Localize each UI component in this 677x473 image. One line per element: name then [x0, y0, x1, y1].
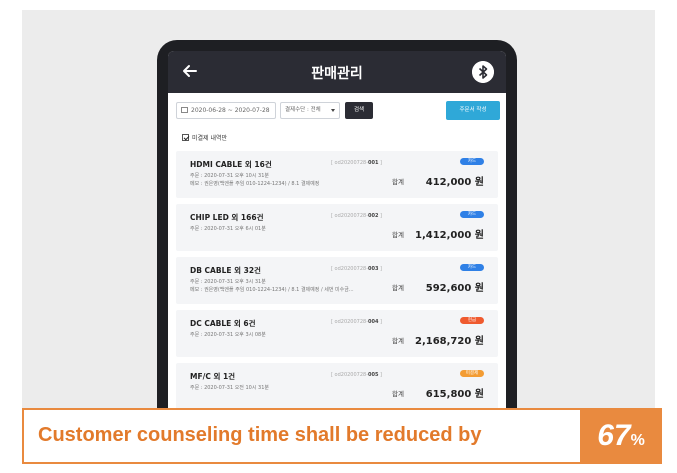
- order-date: 주문 : 2020-07-31 오전 10시 31분: [190, 385, 270, 391]
- order-number-prefix: [ od20200728-: [330, 319, 369, 325]
- tablet-device: 판매관리 2020-06-28 ~ 2020-07-28 결제수단 : 전체 검…: [157, 40, 517, 408]
- checkbox-icon: [182, 134, 189, 141]
- order-number-value: 002: [368, 213, 379, 219]
- order-number-prefix: [ od20200728-: [330, 213, 369, 219]
- order-number-value: 005: [368, 372, 379, 378]
- chevron-down-icon: [331, 109, 335, 112]
- banner-text: Customer counseling time shall be reduce…: [38, 424, 482, 446]
- order-date: 주문 : 2020-07-31 오후 3시 08분: [190, 332, 266, 338]
- payment-method-value: 결제수단 : 전체: [285, 107, 321, 113]
- order-number-suffix: ]: [378, 266, 382, 272]
- order-amount: 2,168,720 원: [415, 336, 484, 347]
- order-date: 주문 : 2020-07-31 오후 10시 31분: [190, 173, 270, 179]
- order-amount: 412,000 원: [425, 177, 484, 188]
- order-title: HDMI CABLE 외 16건: [190, 160, 272, 169]
- order-title: CHIP LED 외 166건: [190, 213, 264, 222]
- order-amount: 615,800 원: [425, 389, 484, 400]
- order-number-prefix: [ od20200728-: [330, 160, 369, 166]
- search-button[interactable]: 검색: [345, 102, 373, 119]
- order-number-prefix: [ od20200728-: [330, 266, 369, 272]
- order-date: 주문 : 2020-07-31 오후 6시 01분: [190, 226, 266, 232]
- payment-badge: 미결제: [460, 370, 484, 377]
- percent-sign: %: [630, 432, 645, 449]
- order-number: [ od20200728-005 ]: [331, 372, 382, 378]
- order-number: [ od20200728-001 ]: [331, 160, 382, 166]
- sum-label: 합계: [392, 178, 404, 186]
- date-range-field[interactable]: 2020-06-28 ~ 2020-07-28: [176, 102, 276, 119]
- page-title: 판매관리: [311, 66, 363, 82]
- order-amount: 1,412,000 원: [415, 230, 484, 241]
- order-memo: 메모 : 권은영(백엔플 주임 010-1224-1234) / 8.1 결제예…: [190, 287, 354, 293]
- unpaid-only-checkbox[interactable]: 미결제 내역만: [182, 133, 227, 142]
- create-order-button[interactable]: 주문서 작성: [446, 101, 500, 120]
- unpaid-only-label: 미결제 내역만: [192, 135, 228, 142]
- payment-badge: 카드: [460, 158, 484, 165]
- order-number: [ od20200728-003 ]: [331, 266, 382, 272]
- order-number-suffix: ]: [378, 319, 382, 325]
- payment-badge: 현금: [460, 317, 484, 324]
- calendar-icon: [181, 107, 188, 113]
- payment-method-select[interactable]: 결제수단 : 전체: [280, 102, 340, 119]
- filter-bar: 2020-06-28 ~ 2020-07-28 결제수단 : 전체 검색 주문서…: [168, 93, 506, 129]
- order-number: [ od20200728-002 ]: [331, 213, 382, 219]
- background-panel: 판매관리 2020-06-28 ~ 2020-07-28 결제수단 : 전체 검…: [22, 10, 655, 408]
- order-number-value: 003: [368, 266, 379, 272]
- order-title: DC CABLE 외 6건: [190, 319, 256, 328]
- sum-label: 합계: [392, 337, 404, 345]
- payment-badge: 카드: [460, 264, 484, 271]
- order-row[interactable]: DC CABLE 외 6건 [ od20200728-004 ] 주문 : 20…: [176, 310, 498, 357]
- payment-badge: 카드: [460, 211, 484, 218]
- sum-label: 합계: [392, 284, 404, 292]
- order-number-suffix: ]: [378, 372, 382, 378]
- order-memo: 메모 : 권은영(백엔플 주임 010-1224-1234) / 8.1 결제예…: [190, 181, 320, 187]
- order-title: MF/C 외 1건: [190, 372, 236, 381]
- order-number: [ od20200728-004 ]: [331, 319, 382, 325]
- tablet-screen: 판매관리 2020-06-28 ~ 2020-07-28 결제수단 : 전체 검…: [168, 51, 506, 408]
- order-row[interactable]: MF/C 외 1건 [ od20200728-005 ] 주문 : 2020-0…: [176, 363, 498, 408]
- order-row[interactable]: HDMI CABLE 외 16건 [ od20200728-001 ] 주문 :…: [176, 151, 498, 198]
- order-date: 주문 : 2020-07-31 오후 3시 31분: [190, 279, 266, 285]
- sum-label: 합계: [392, 390, 404, 398]
- order-amount: 592,600 원: [425, 283, 484, 294]
- promo-banner: Customer counseling time shall be reduce…: [22, 408, 662, 464]
- order-row[interactable]: DB CABLE 외 32건 [ od20200728-003 ] 주문 : 2…: [176, 257, 498, 304]
- order-number-prefix: [ od20200728-: [330, 372, 369, 378]
- order-number-value: 004: [368, 319, 379, 325]
- order-number-suffix: ]: [378, 213, 382, 219]
- bluetooth-icon[interactable]: [472, 61, 494, 83]
- order-title: DB CABLE 외 32건: [190, 266, 261, 275]
- order-row[interactable]: CHIP LED 외 166건 [ od20200728-002 ] 주문 : …: [176, 204, 498, 251]
- order-number-suffix: ]: [378, 160, 382, 166]
- percent-value: 67: [597, 419, 631, 452]
- order-number-value: 001: [368, 160, 379, 166]
- order-list: HDMI CABLE 외 16건 [ od20200728-001 ] 주문 :…: [176, 151, 498, 408]
- app-header: 판매관리: [168, 51, 506, 93]
- banner-percent: 67%: [580, 408, 662, 464]
- sum-label: 합계: [392, 231, 404, 239]
- date-range-value: 2020-06-28 ~ 2020-07-28: [191, 107, 270, 114]
